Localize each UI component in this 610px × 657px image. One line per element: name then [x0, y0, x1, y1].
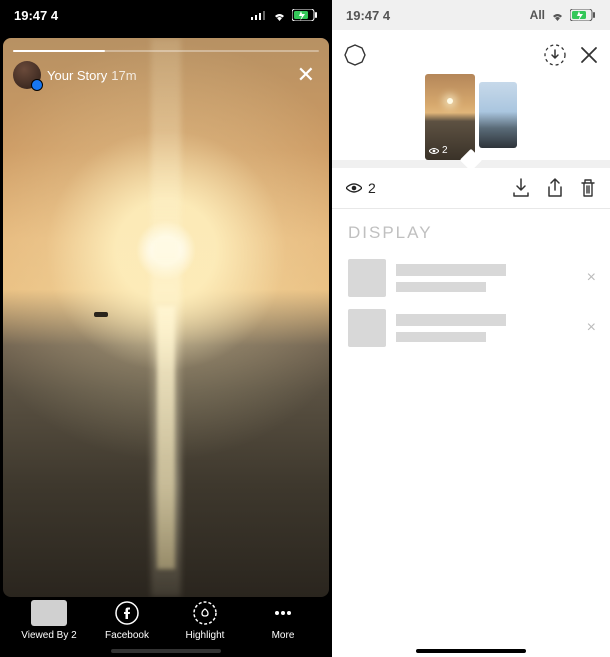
more-icon	[265, 599, 301, 627]
close-icon[interactable]: ✕	[293, 60, 319, 90]
status-time: 19:47 4	[14, 8, 58, 23]
viewer-sub-placeholder	[396, 282, 486, 292]
viewer-sub-placeholder	[396, 332, 486, 342]
viewed-by-count: 2	[71, 630, 77, 641]
add-story-badge	[31, 79, 43, 91]
trash-icon[interactable]	[580, 178, 596, 198]
more-label: More	[272, 630, 295, 641]
carrier-label: All	[530, 8, 545, 22]
viewers-section-label: DISPLAY	[332, 219, 610, 253]
eye-icon	[346, 182, 362, 194]
signal-icon	[251, 10, 267, 20]
viewer-avatar	[348, 309, 386, 347]
view-count: 2	[368, 180, 376, 196]
hide-viewer-button[interactable]: ×	[587, 269, 596, 287]
status-time: 19:47 4	[346, 8, 390, 23]
battery-icon	[292, 9, 318, 21]
battery-icon	[570, 9, 596, 21]
highlight-icon	[187, 599, 223, 627]
thumbnail-views: 2	[442, 145, 448, 156]
story-title: Your Story	[47, 68, 107, 83]
settings-icon[interactable]	[344, 44, 366, 66]
home-indicator[interactable]	[111, 649, 221, 653]
facebook-label: Facebook	[105, 630, 149, 641]
download-icon[interactable]	[512, 178, 530, 198]
viewer-thumbnail	[31, 600, 67, 626]
hide-viewer-button[interactable]: ×	[587, 319, 596, 337]
viewer-avatar	[348, 259, 386, 297]
story-age: 17m	[111, 68, 136, 83]
eye-icon: 2	[429, 145, 448, 156]
status-bar: 19:47 4	[0, 0, 332, 30]
highlight-label: Highlight	[186, 630, 225, 641]
story-media[interactable]: Your Story 17m ✕	[3, 38, 329, 597]
highlight-button[interactable]: Highlight	[175, 599, 235, 641]
more-button[interactable]: More	[253, 599, 313, 641]
wifi-icon	[550, 10, 565, 21]
save-icon[interactable]	[544, 44, 566, 66]
status-bar: 19:47 4 All	[332, 0, 610, 30]
viewer-name-placeholder	[396, 264, 506, 276]
story-thumbnail-selected[interactable]: 2	[425, 74, 475, 160]
facebook-icon	[109, 599, 145, 627]
facebook-share-button[interactable]: Facebook	[97, 599, 157, 641]
close-icon[interactable]	[580, 46, 598, 64]
viewer-name-placeholder	[396, 314, 506, 326]
viewed-by-button[interactable]: Viewed By 2	[19, 599, 79, 641]
viewer-row[interactable]: ×	[332, 253, 610, 303]
story-thumbnail[interactable]	[479, 82, 517, 148]
story-bottom-bar: Viewed By 2 Facebook Highlight More	[0, 599, 332, 641]
home-indicator[interactable]	[416, 649, 526, 653]
viewer-row[interactable]: ×	[332, 303, 610, 353]
viewed-by-label: Viewed By	[21, 630, 68, 641]
wifi-icon	[272, 10, 287, 21]
story-progress	[13, 50, 319, 52]
share-icon[interactable]	[546, 178, 564, 198]
avatar[interactable]	[13, 61, 41, 89]
